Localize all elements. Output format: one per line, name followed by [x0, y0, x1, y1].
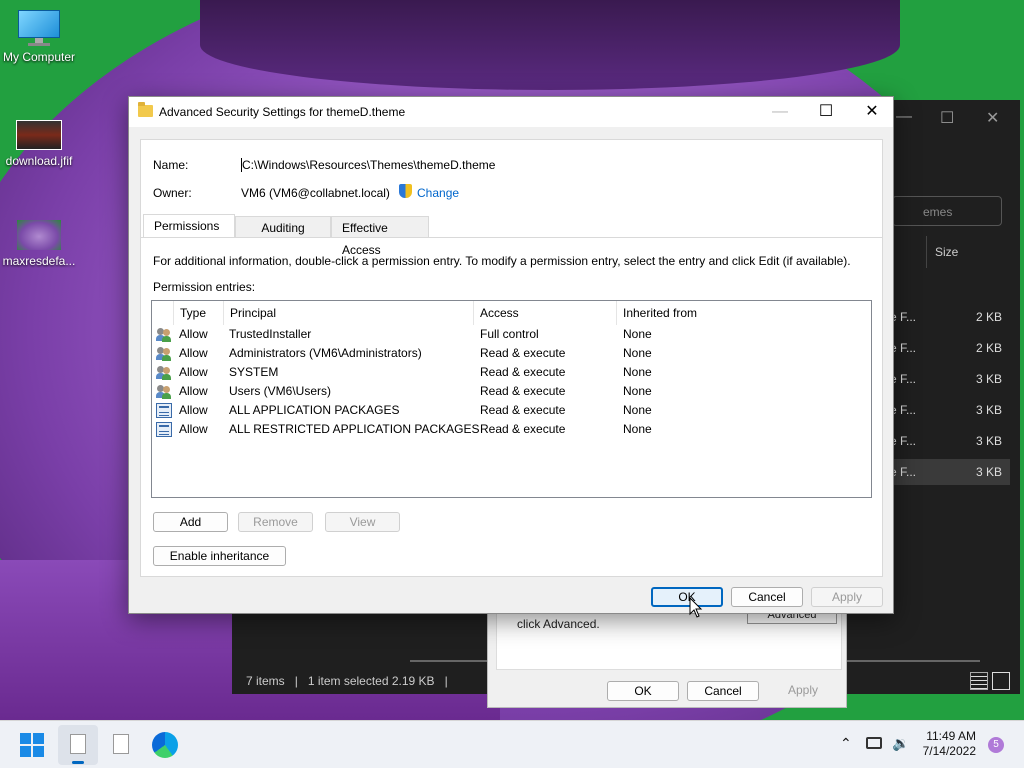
users-icon: [156, 384, 172, 399]
file-row[interactable]: e F... 2 KB: [890, 335, 1010, 361]
view-button[interactable]: View: [325, 512, 400, 532]
hint-text: click Advanced.: [517, 617, 600, 631]
close-icon[interactable]: ✕: [849, 97, 895, 127]
file-row[interactable]: e F... 2 KB: [890, 304, 1010, 330]
search-input[interactable]: emes: [892, 196, 1002, 226]
taskbar-app-active[interactable]: [58, 725, 98, 765]
column-header-type[interactable]: Type: [174, 301, 224, 325]
users-icon: [156, 365, 172, 380]
image-thumbnail-icon: [17, 220, 61, 250]
tab-divider: [141, 237, 882, 238]
desktop-icon-label: My Computer: [2, 50, 76, 64]
title-bar: Advanced Security Settings for themeD.th…: [129, 97, 893, 127]
maximize-icon[interactable]: ☐: [803, 97, 849, 127]
monitor-icon: [18, 10, 60, 46]
dialog-title: Advanced Security Settings for themeD.th…: [159, 105, 406, 119]
file-row[interactable]: e F... 3 KB: [890, 366, 1010, 392]
size-column-header[interactable]: Size: [926, 236, 1020, 268]
column-header-icon: [152, 301, 174, 325]
dialog-content: Name: C:\Windows\Resources\Themes\themeD…: [140, 139, 883, 577]
permission-entries-label: Permission entries:: [153, 280, 256, 294]
volume-icon[interactable]: 🔉: [892, 735, 909, 752]
change-owner-link[interactable]: Change: [417, 186, 459, 200]
start-icon[interactable]: [20, 733, 44, 757]
mouse-cursor-icon: [689, 597, 703, 618]
folder-icon: [138, 102, 153, 117]
minimize-icon[interactable]: —: [896, 108, 912, 126]
document-icon: [70, 734, 86, 754]
package-icon: [156, 422, 172, 437]
desktop-icon-maxresdefault[interactable]: maxresdefa...: [0, 220, 78, 268]
desktop-icon-download[interactable]: download.jfif: [0, 120, 78, 168]
table-row[interactable]: Allow ALL RESTRICTED APPLICATION PACKAGE…: [152, 420, 871, 439]
apply-button[interactable]: Apply: [767, 681, 839, 701]
shield-icon: [399, 184, 412, 198]
apply-button[interactable]: Apply: [811, 587, 883, 607]
users-icon: [156, 327, 172, 342]
tab-auditing[interactable]: Auditing: [235, 216, 331, 238]
notification-badge[interactable]: 5: [988, 737, 1004, 753]
cancel-button[interactable]: Cancel: [687, 681, 759, 701]
table-row[interactable]: Allow Administrators (VM6\Administrators…: [152, 344, 871, 363]
details-view-icon[interactable]: [970, 672, 988, 690]
file-row[interactable]: e F... 3 KB: [890, 397, 1010, 423]
add-button[interactable]: Add: [153, 512, 228, 532]
chevron-up-icon[interactable]: ⌃: [840, 735, 852, 752]
column-header-inherited-from[interactable]: Inherited from: [617, 301, 871, 325]
edge-icon[interactable]: [152, 732, 178, 758]
file-row[interactable]: e F... 3 KB: [890, 428, 1010, 454]
tab-effective-access[interactable]: Effective Access: [331, 216, 429, 257]
tiles-view-icon[interactable]: [992, 672, 1010, 690]
taskbar: ⌃ 🔉 11:49 AM 7/14/2022 5: [0, 720, 1024, 768]
tab-permissions[interactable]: Permissions: [143, 214, 235, 238]
maximize-icon[interactable]: ☐: [940, 108, 954, 128]
image-thumbnail-icon: [16, 120, 62, 150]
advanced-security-settings-dialog: Advanced Security Settings for themeD.th…: [128, 96, 894, 618]
selection-info: 1 item selected 2.19 KB: [307, 674, 435, 688]
table-row[interactable]: Allow TrustedInstaller Full control None: [152, 325, 871, 344]
ok-button[interactable]: OK: [651, 587, 723, 607]
table-row[interactable]: Allow SYSTEM Read & execute None: [152, 363, 871, 382]
item-count: 7 items: [246, 674, 285, 688]
cancel-button[interactable]: Cancel: [731, 587, 803, 607]
ok-button[interactable]: OK: [607, 681, 679, 701]
properties-dialog: Advanced click Advanced. OK Cancel Apply: [487, 609, 847, 708]
network-icon[interactable]: [866, 737, 882, 749]
desktop-icon-label: download.jfif: [5, 154, 73, 168]
close-icon[interactable]: ✕: [986, 108, 999, 128]
desktop-icon-label: maxresdefa...: [2, 254, 76, 268]
clock-date: 7/14/2022: [922, 744, 976, 758]
permission-entries-list[interactable]: Type Principal Access Inherited from All…: [151, 300, 872, 498]
column-header-principal[interactable]: Principal: [224, 301, 474, 325]
desktop-icon-my-computer[interactable]: My Computer: [0, 10, 78, 64]
owner-label: Owner:: [153, 186, 192, 200]
info-text: For additional information, double-click…: [153, 254, 851, 268]
package-icon: [156, 403, 172, 418]
table-row[interactable]: Allow ALL APPLICATION PACKAGES Read & ex…: [152, 401, 871, 420]
name-value[interactable]: C:\Windows\Resources\Themes\themeD.theme: [241, 158, 495, 172]
enable-inheritance-button[interactable]: Enable inheritance: [153, 546, 286, 566]
owner-value: VM6 (VM6@collabnet.local): [241, 186, 390, 200]
name-label: Name:: [153, 158, 189, 172]
column-header-access[interactable]: Access: [474, 301, 617, 325]
file-row-selected[interactable]: e F... 3 KB: [890, 459, 1010, 485]
clock-time: 11:49 AM: [926, 729, 976, 743]
table-row[interactable]: Allow Users (VM6\Users) Read & execute N…: [152, 382, 871, 401]
clock[interactable]: 11:49 AM 7/14/2022: [920, 729, 976, 759]
status-bar: 7 items | 1 item selected 2.19 KB |: [246, 674, 448, 688]
minimize-icon[interactable]: —: [757, 97, 803, 127]
users-icon: [156, 346, 172, 361]
document-icon[interactable]: [113, 734, 129, 754]
remove-button[interactable]: Remove: [238, 512, 313, 532]
